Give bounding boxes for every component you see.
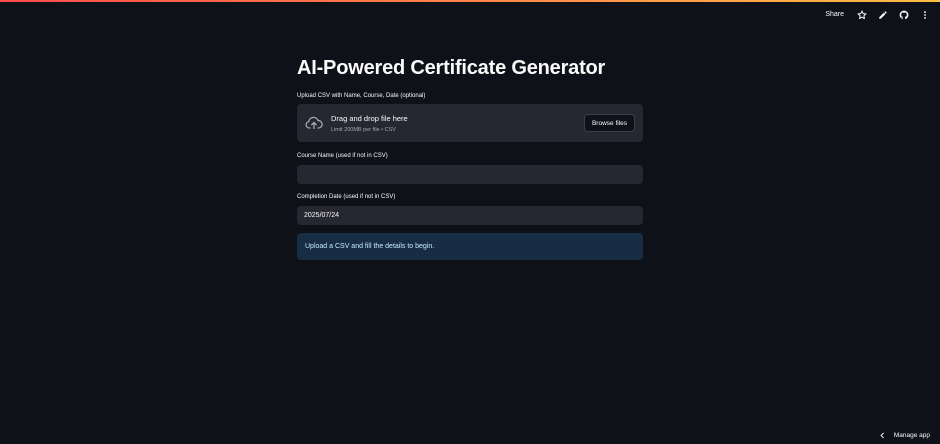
manage-app-button[interactable]: Manage app	[879, 432, 930, 439]
cloud-upload-icon	[305, 116, 323, 130]
page-title: AI-Powered Certificate Generator	[297, 57, 606, 79]
github-icon[interactable]	[898, 9, 909, 20]
completion-date-label: Completion Date (used if not in CSV)	[297, 194, 396, 200]
manage-app-label: Manage app	[893, 432, 930, 439]
completion-date-input[interactable]: 2025/07/24	[297, 206, 643, 225]
star-icon[interactable]	[856, 9, 867, 20]
info-alert: Upload a CSV and fill the details to beg…	[297, 233, 643, 260]
share-button[interactable]: Share	[825, 11, 844, 18]
chevron-left-icon	[879, 432, 886, 439]
file-uploader-dropzone[interactable]: Drag and drop file here Limit 200MB per …	[297, 104, 643, 142]
dropzone-limit-text: Limit 200MB per file • CSV	[331, 127, 396, 133]
header-toolbar: Share	[825, 9, 930, 20]
course-name-label: Course Name (used if not in CSV)	[297, 153, 388, 159]
uploader-label: Upload CSV with Name, Course, Date (opti…	[297, 93, 426, 99]
pencil-icon[interactable]	[877, 9, 888, 20]
browse-files-button[interactable]: Browse files	[584, 114, 635, 132]
app-root: Share AI-Powered Certificate Generator U…	[0, 0, 940, 444]
more-vertical-icon[interactable]	[919, 9, 930, 20]
course-name-input[interactable]	[297, 165, 643, 184]
dropzone-instructions: Drag and drop file here	[331, 114, 408, 123]
top-decoration-bar	[0, 0, 940, 2]
